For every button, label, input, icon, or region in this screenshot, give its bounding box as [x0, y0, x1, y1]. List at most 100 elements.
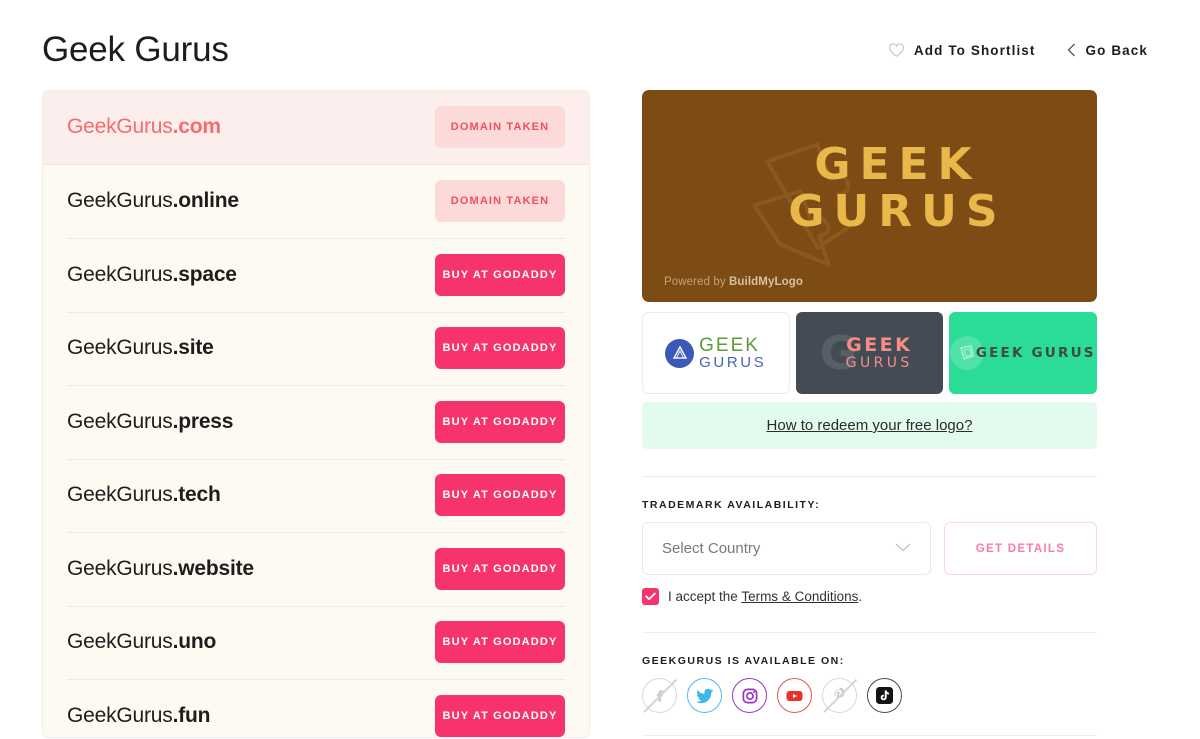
chevron-down-icon [894, 540, 912, 558]
domain-tld: .site [172, 336, 214, 360]
facebook-icon[interactable] [642, 678, 677, 713]
get-details-button[interactable]: GET DETAILS [944, 522, 1097, 575]
go-back-button[interactable]: Go Back [1066, 42, 1148, 58]
table-row[interactable]: GeekGurus.press BUY AT GODADDY [43, 385, 589, 459]
domain-base: GeekGurus [67, 262, 173, 286]
powered-by-label: Powered by BuildMyLogo [664, 276, 803, 288]
divider [642, 632, 1097, 633]
table-row[interactable]: GeekGurus.site BUY AT GODADDY [43, 311, 589, 386]
thumb2-line-2: GURUS [845, 354, 913, 371]
social-section-label: GEEKGURUS IS AVAILABLE ON: [642, 655, 845, 667]
main-content: GeekGurus.com DOMAIN TAKEN GeekGurus.onl… [0, 76, 1200, 738]
table-row[interactable]: GeekGurus.uno BUY AT GODADDY [43, 605, 589, 680]
redeem-banner: How to redeem your free logo? [642, 402, 1097, 449]
domain-tld: .press [172, 409, 234, 433]
country-select-value: Select Country [662, 540, 761, 557]
domain-base: GeekGurus [67, 703, 173, 727]
domain-name: GeekGurus.online [67, 189, 239, 213]
terms-row: I accept the Terms & Conditions. [642, 588, 1097, 605]
table-row[interactable]: GeekGurus.fun BUY AT GODADDY [43, 679, 589, 737]
logo-preview-text: GEEK GURUS [642, 139, 1097, 237]
domain-tld: .online [172, 189, 239, 213]
terms-label: I accept the Terms & Conditions. [668, 589, 862, 604]
trademark-controls: Select Country GET DETAILS [642, 522, 1097, 575]
logo-thumbnail-1[interactable]: GEEK GURUS [642, 312, 790, 394]
triangle-badge-icon [665, 338, 695, 368]
divider [642, 476, 1097, 477]
domain-tld: .uno [172, 630, 217, 654]
domain-name: GeekGurus.fun [67, 704, 210, 728]
twitter-icon[interactable] [687, 678, 722, 713]
country-select[interactable]: Select Country [642, 522, 931, 575]
domain-base: GeekGurus [67, 409, 173, 433]
thumb1-line-1: GEEK [699, 335, 760, 356]
social-availability-row [642, 678, 1097, 713]
logo-line-1: GEEK [814, 139, 981, 190]
domain-name: GeekGurus.website [67, 557, 254, 581]
header-actions: Add To Shortlist Go Back [888, 42, 1148, 58]
table-row[interactable]: GeekGurus.space BUY AT GODADDY [43, 238, 589, 312]
terms-suffix: . [858, 589, 863, 604]
logo-preview-hero[interactable]: GEEK GURUS Powered by BuildMyLogo [642, 90, 1097, 302]
logo-thumbnail-row: GEEK GURUS G GEEK GURUS GEEK GURUS [642, 312, 1097, 394]
buy-at-godaddy-button[interactable]: BUY AT GODADDY [435, 694, 565, 737]
domain-name: GeekGurus.tech [67, 483, 221, 507]
logo-thumbnail-2[interactable]: G GEEK GURUS [795, 312, 943, 394]
table-row[interactable]: GeekGurus.website BUY AT GODADDY [43, 532, 589, 606]
domain-name: GeekGurus.site [67, 336, 214, 360]
thumb3-line-1: GEEK GURUS [975, 345, 1096, 361]
buy-at-godaddy-button[interactable]: BUY AT GODADDY [435, 400, 565, 443]
thumb1-line-2: GURUS [699, 354, 767, 371]
buy-at-godaddy-button[interactable]: BUY AT GODADDY [435, 474, 565, 517]
redeem-logo-link[interactable]: How to redeem your free logo? [767, 417, 973, 434]
powered-prefix: Powered by [664, 276, 730, 288]
logo-line-2: GURUS [788, 185, 1007, 237]
pinterest-icon[interactable] [822, 678, 857, 713]
domain-tld: .com [172, 115, 221, 139]
domain-base: GeekGurus [67, 115, 173, 139]
logo-thumbnail-3[interactable]: GEEK GURUS [949, 312, 1097, 394]
terms-prefix: I accept the [668, 589, 742, 604]
domain-base: GeekGurus [67, 336, 173, 360]
table-row[interactable]: GeekGurus.com DOMAIN TAKEN [43, 91, 589, 165]
domain-base: GeekGurus [67, 556, 173, 580]
domain-taken-button: DOMAIN TAKEN [435, 180, 565, 223]
terms-checkbox[interactable] [642, 588, 659, 605]
table-row[interactable]: GeekGurus.tech BUY AT GODADDY [43, 458, 589, 533]
add-to-shortlist-button[interactable]: Add To Shortlist [888, 42, 1036, 58]
domain-results-page: Geek Gurus Add To Shortlist Go Back Geek… [0, 0, 1200, 739]
youtube-icon[interactable] [777, 678, 812, 713]
domain-base: GeekGurus [67, 630, 173, 654]
thumb2-line-1: GEEK [846, 333, 913, 356]
domain-name: GeekGurus.com [67, 115, 221, 139]
domain-base: GeekGurus [67, 483, 173, 507]
strikethrough-line [642, 678, 677, 713]
strikethrough-line [822, 678, 857, 713]
domain-tld: .space [172, 262, 237, 286]
tiktok-icon[interactable] [867, 678, 902, 713]
buy-at-godaddy-button[interactable]: BUY AT GODADDY [435, 621, 565, 664]
domain-tld: .tech [172, 483, 221, 507]
go-back-label: Go Back [1085, 42, 1148, 58]
table-row[interactable]: GeekGurus.online DOMAIN TAKEN [43, 165, 589, 239]
domain-list-panel: GeekGurus.com DOMAIN TAKEN GeekGurus.onl… [42, 90, 590, 738]
heart-icon [888, 42, 905, 58]
domain-taken-button: DOMAIN TAKEN [435, 106, 565, 149]
logo-side-panel: GEEK GURUS Powered by BuildMyLogo GEEK G… [642, 90, 1097, 738]
domain-name: GeekGurus.press [67, 410, 233, 434]
buy-at-godaddy-button[interactable]: BUY AT GODADDY [435, 253, 565, 296]
buy-at-godaddy-button[interactable]: BUY AT GODADDY [435, 327, 565, 370]
page-title: Geek Gurus [42, 30, 229, 69]
buy-at-godaddy-button[interactable]: BUY AT GODADDY [435, 547, 565, 590]
domain-base: GeekGurus [67, 189, 173, 213]
terms-and-conditions-link[interactable]: Terms & Conditions [741, 589, 858, 604]
powered-brand: BuildMyLogo [729, 276, 803, 288]
page-header: Geek Gurus Add To Shortlist Go Back [0, 0, 1200, 76]
domain-name: GeekGurus.uno [67, 630, 216, 654]
add-to-shortlist-label: Add To Shortlist [913, 42, 1036, 58]
domain-tld: .fun [172, 703, 211, 727]
instagram-icon[interactable] [732, 678, 767, 713]
divider [642, 735, 1097, 736]
trademark-section-label: TRADEMARK AVAILABILITY: [642, 499, 821, 511]
chevron-left-icon [1066, 42, 1077, 58]
